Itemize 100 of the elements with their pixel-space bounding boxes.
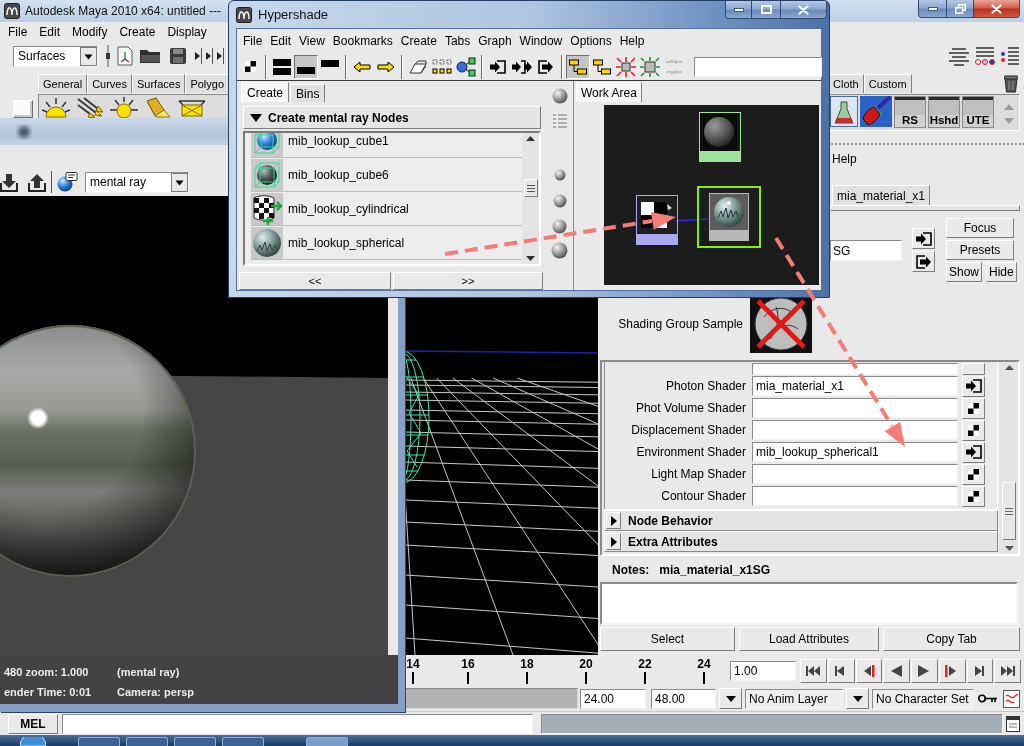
folder-icon[interactable] xyxy=(139,48,161,64)
node-list-item[interactable]: mib_lookup_cube6 xyxy=(251,158,522,192)
select-button[interactable]: Select xyxy=(600,627,735,651)
playback-button[interactable] xyxy=(911,659,938,683)
shelf-button[interactable]: Hshd xyxy=(928,96,960,128)
shelf-menu-button[interactable] xyxy=(13,100,33,118)
menu-item[interactable]: Create xyxy=(396,34,441,48)
lines-dots-icon[interactable] xyxy=(974,46,996,66)
shelf-button[interactable] xyxy=(110,96,138,118)
menu-item[interactable]: File xyxy=(239,34,267,48)
shelf-tab[interactable]: Curves xyxy=(87,74,132,93)
playback-button[interactable] xyxy=(883,659,910,683)
renderer-dropdown[interactable]: mental ray xyxy=(85,171,189,193)
panel-tab[interactable]: Bins xyxy=(290,84,326,102)
minimize-button[interactable] xyxy=(725,1,752,19)
menu-item[interactable]: Display xyxy=(161,25,213,39)
panel-tab[interactable]: Work Area xyxy=(576,82,642,102)
input-field[interactable] xyxy=(752,398,958,418)
triangle-handle-icon[interactable] xyxy=(194,47,202,65)
minimize-button[interactable] xyxy=(918,0,947,18)
globe-chat-icon[interactable] xyxy=(57,172,78,192)
window-icon[interactable] xyxy=(1006,715,1020,732)
menu-set-dropdown[interactable]: Surfaces xyxy=(13,45,98,67)
menu-item[interactable]: Edit xyxy=(266,34,296,48)
scroll-thumb[interactable] xyxy=(523,179,538,197)
output-connections-button[interactable] xyxy=(912,251,935,272)
start-orb-icon[interactable] xyxy=(20,737,46,746)
shelf-tab[interactable]: Cloth xyxy=(828,74,864,93)
input-field[interactable] xyxy=(752,464,958,484)
focus-button[interactable]: Focus xyxy=(946,218,1014,238)
anim-layer-menu-button[interactable] xyxy=(719,688,742,709)
current-time-field[interactable]: 1.00 xyxy=(730,661,796,681)
scroll-up-icon[interactable] xyxy=(526,136,535,141)
playback-button[interactable] xyxy=(938,659,966,683)
menu-item[interactable]: Graph xyxy=(474,34,516,48)
input-field[interactable]: mib_lookup_spherical1 xyxy=(752,442,958,462)
menu-item[interactable]: Edit xyxy=(33,25,67,39)
toolbar-button[interactable] xyxy=(294,54,318,79)
key-icon[interactable] xyxy=(978,694,998,703)
connection-button[interactable] xyxy=(962,375,985,397)
shelf-button[interactable] xyxy=(860,95,892,127)
input-connections-button[interactable] xyxy=(912,228,935,249)
notes-field[interactable] xyxy=(600,582,1018,625)
menu-item[interactable]: Modify xyxy=(66,25,114,39)
map-button[interactable] xyxy=(962,463,985,485)
menu-item[interactable]: Window xyxy=(515,34,567,48)
hide-button[interactable]: Hide xyxy=(986,262,1017,282)
menu-item[interactable]: Create xyxy=(113,25,162,39)
map-button[interactable] xyxy=(962,397,985,419)
input-field[interactable] xyxy=(752,363,958,375)
menu-item[interactable]: Tabs xyxy=(440,34,475,48)
language-button[interactable]: MEL xyxy=(8,713,58,734)
graph-icon[interactable] xyxy=(1003,689,1020,708)
input-field[interactable] xyxy=(694,56,822,77)
playback-button[interactable] xyxy=(827,659,855,683)
section-header[interactable]: Extra Attributes xyxy=(604,531,998,552)
node-name-field[interactable]: SG xyxy=(830,240,902,261)
maximize-button[interactable] xyxy=(752,1,781,19)
character-set-menu-button[interactable] xyxy=(846,688,869,709)
character-set-field[interactable]: No Character Set xyxy=(872,688,974,709)
node-list-item[interactable]: mib_lookup_spherical xyxy=(251,226,522,260)
sphere-icon[interactable] xyxy=(553,169,566,181)
document-icon[interactable] xyxy=(117,46,133,66)
range-slider-track[interactable] xyxy=(405,688,578,709)
input-field[interactable]: mia_material_x1 xyxy=(752,376,958,396)
shelf-button[interactable]: RS xyxy=(894,96,926,128)
menu-item[interactable]: View xyxy=(295,34,329,48)
load-attributes-button[interactable]: Load Attributes xyxy=(739,627,879,651)
map-button[interactable] xyxy=(962,419,985,441)
graph-node[interactable] xyxy=(697,186,761,248)
command-field[interactable] xyxy=(62,713,533,734)
section-header[interactable]: Create mental ray Nodes xyxy=(243,106,541,129)
scroll-thumb[interactable] xyxy=(1002,482,1016,540)
node-list-item[interactable]: mib_lookup_cylindrical xyxy=(251,192,522,226)
playback-button[interactable] xyxy=(966,659,994,683)
node-tab[interactable]: mia_material_x1 xyxy=(832,185,931,205)
close-button[interactable] xyxy=(781,1,827,19)
input-field[interactable] xyxy=(752,486,958,506)
shelf-tab[interactable]: Polygo xyxy=(185,74,230,93)
connection-button[interactable] xyxy=(962,441,985,463)
playback-button[interactable] xyxy=(855,659,883,683)
graph-node[interactable] xyxy=(699,112,741,162)
page-back-button[interactable]: << xyxy=(239,272,391,290)
shelf-button[interactable] xyxy=(76,96,104,118)
playback-button[interactable] xyxy=(800,659,827,683)
menu-item[interactable]: Help xyxy=(832,151,857,166)
floppy-icon[interactable] xyxy=(169,47,187,65)
menu-item[interactable]: Help xyxy=(615,34,649,48)
presets-button[interactable]: Presets xyxy=(946,240,1014,260)
shelf-button[interactable] xyxy=(42,96,70,118)
anim-layer-field[interactable]: No Anim Layer xyxy=(745,688,843,709)
restore-button[interactable] xyxy=(947,0,974,18)
triangle-handle-icon[interactable] xyxy=(205,47,213,65)
section-header[interactable]: Node Behavior xyxy=(604,510,998,531)
taskbar-button[interactable] xyxy=(78,737,120,746)
taskbar-button[interactable] xyxy=(222,737,264,746)
input-field[interactable] xyxy=(752,420,958,440)
scroll-up-icon[interactable] xyxy=(1004,365,1014,370)
map-button[interactable] xyxy=(962,485,985,507)
sphere-icon[interactable] xyxy=(552,194,567,208)
